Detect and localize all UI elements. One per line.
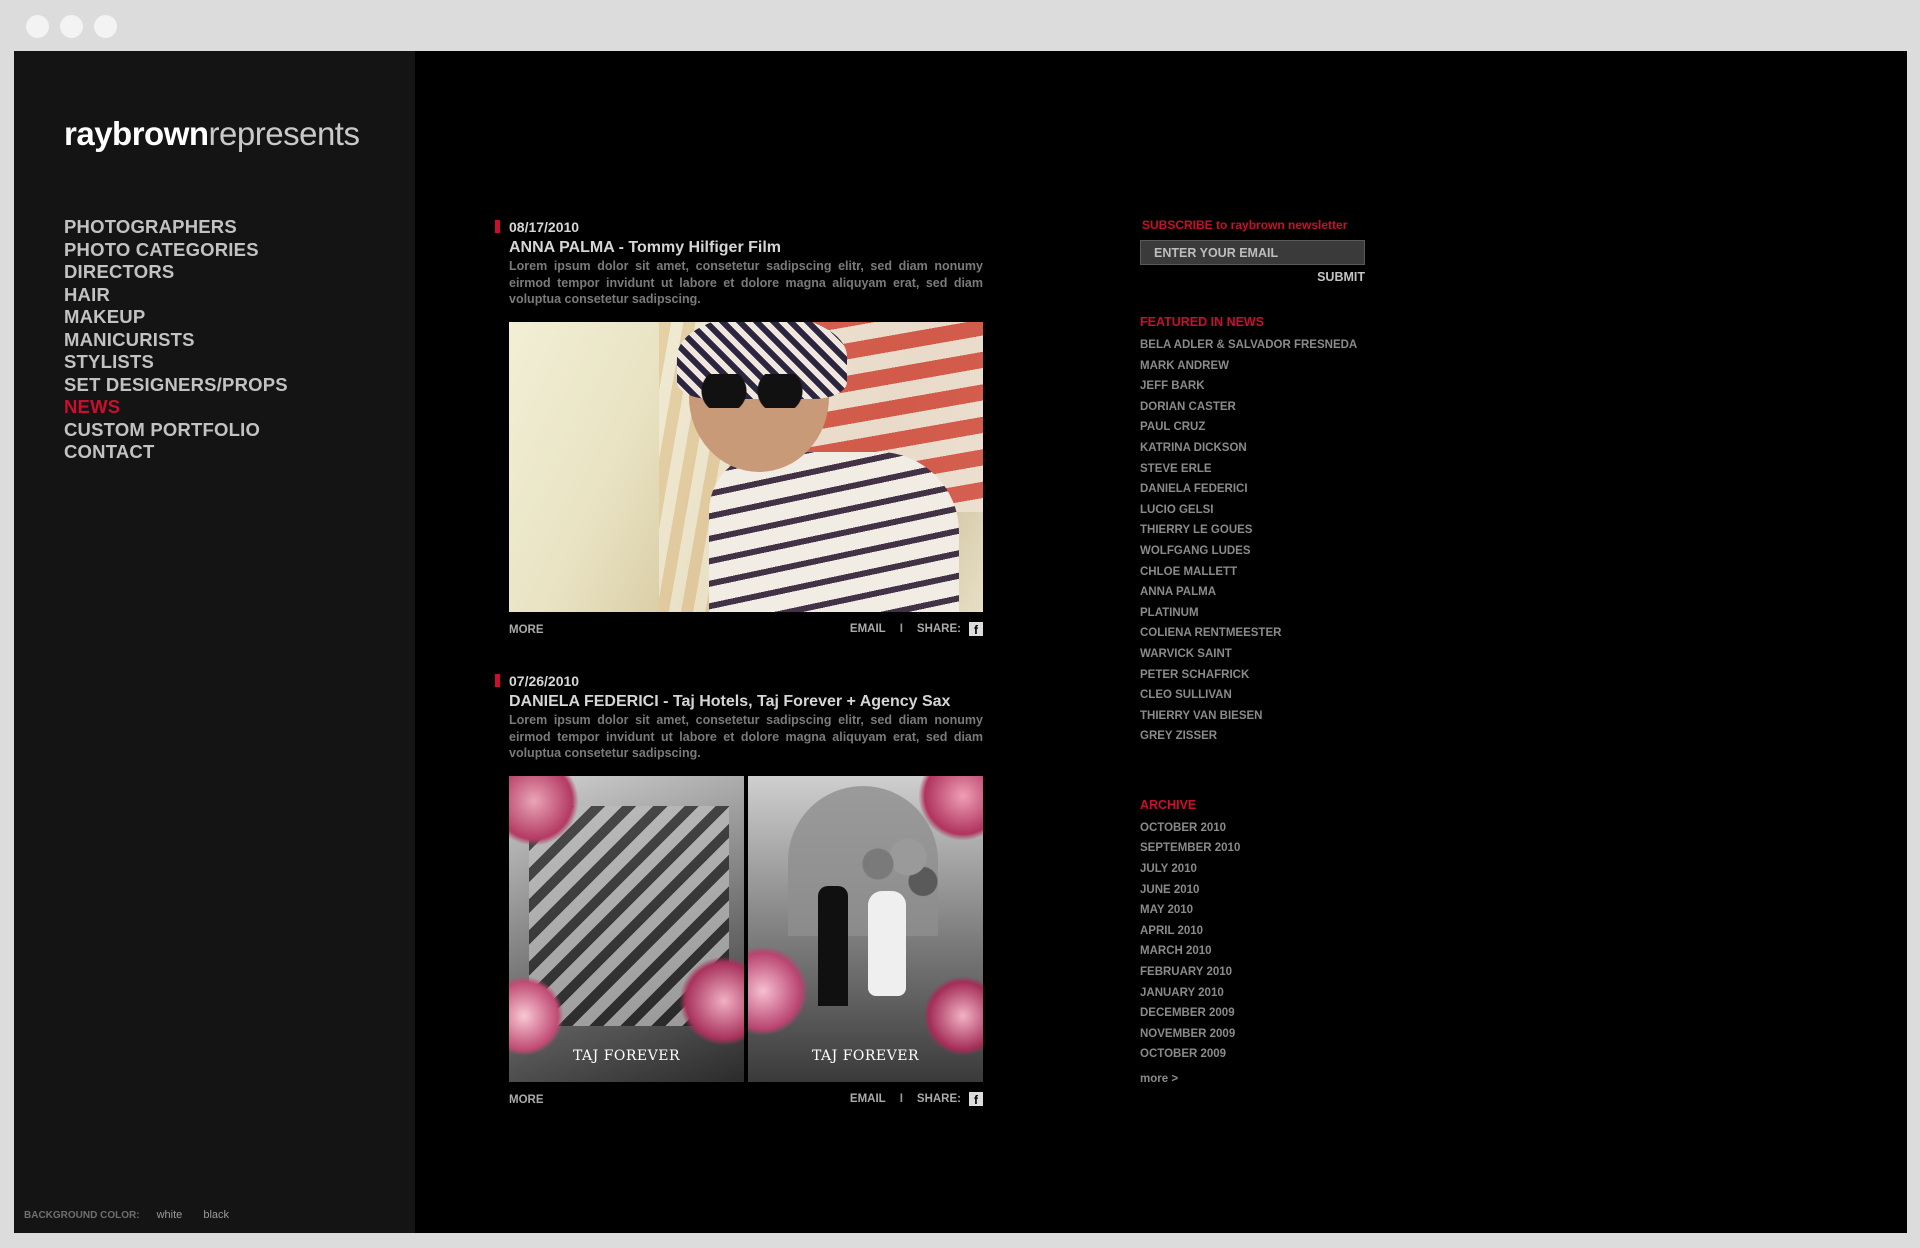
separator: I [899,1092,903,1105]
nav-item-photo-categories[interactable]: PHOTO CATEGORIES [64,239,288,262]
archive-item[interactable]: NOVEMBER 2009 [1140,1024,1400,1045]
featured-item[interactable]: WARVICK SAINT [1140,644,1400,665]
nav-item-directors[interactable]: DIRECTORS [64,261,288,284]
facebook-icon[interactable]: f [969,1091,983,1106]
separator: I [899,622,903,635]
post-actions: MORE EMAIL I SHARE: f [509,1091,983,1110]
archive-item[interactable]: SEPTEMBER 2010 [1140,838,1400,859]
featured-item[interactable]: DORIAN CASTER [1140,397,1400,418]
submit-button[interactable]: SUBMIT [1140,270,1365,284]
bg-option-black[interactable]: black [203,1209,229,1221]
window-controls [26,15,117,38]
sidebar: raybrownrepresents PHOTOGRAPHERS PHOTO C… [14,51,415,1233]
poster-title: TAJ FOREVER [811,1047,920,1064]
featured-item[interactable]: JEFF BARK [1140,376,1400,397]
featured-item[interactable]: DANIELA FEDERICI [1140,479,1400,500]
news-post: 08/17/2010 ANNA PALMA - Tommy Hilfiger F… [495,219,983,640]
post-actions: MORE EMAIL I SHARE: f [509,621,983,640]
featured-item[interactable]: MARK ANDREW [1140,356,1400,377]
browser-viewport: raybrownrepresents PHOTOGRAPHERS PHOTO C… [14,51,1907,1233]
nav-item-makeup[interactable]: MAKEUP [64,306,288,329]
archive-item[interactable]: JUNE 2010 [1140,880,1400,901]
more-link[interactable]: MORE [509,1094,544,1106]
poster-right: TAJ FOREVER [748,775,983,1082]
close-dot[interactable] [26,15,49,38]
nav-item-photographers[interactable]: PHOTOGRAPHERS [64,216,288,239]
logo-text-light: represents [208,115,360,152]
featured-item[interactable]: COLIENA RENTMEESTER [1140,623,1400,644]
share-label: SHARE: [916,1092,961,1105]
featured-list: BELA ADLER & SALVADOR FRESNEDA MARK ANDR… [1140,335,1400,747]
featured-item[interactable]: CLEO SULLIVAN [1140,685,1400,706]
email-input[interactable] [1140,240,1365,265]
post-date: 07/26/2010 [509,673,580,689]
nav-item-news[interactable]: NEWS [64,396,288,419]
post-image[interactable]: TAJ FOREVER TAJ FOREVER [509,775,983,1082]
featured-heading: FEATURED IN NEWS [1140,315,1265,329]
post-excerpt: Lorem ipsum dolor sit amet, consetetur s… [509,259,983,306]
featured-item[interactable]: STEVE ERLE [1140,459,1400,480]
logo-text-bold: raybrown [64,115,209,152]
poster-left: TAJ FOREVER [509,775,744,1082]
share-label: SHARE: [916,622,961,635]
archive-item[interactable]: FEBRUARY 2010 [1140,962,1400,983]
right-column: SUBSCRIBE to raybrown newsletter SUBMIT … [1140,218,1400,1087]
archive-item[interactable]: JULY 2010 [1140,859,1400,880]
featured-item[interactable]: GREY ZISSER [1140,726,1400,747]
bg-option-white[interactable]: white [157,1209,183,1221]
nav-item-set-designers[interactable]: SET DESIGNERS/PROPS [64,374,288,397]
maximize-dot[interactable] [94,15,117,38]
poster-title: TAJ FOREVER [572,1047,681,1064]
nav-item-hair[interactable]: HAIR [64,284,288,307]
featured-item[interactable]: ANNA PALMA [1140,582,1400,603]
main-nav: PHOTOGRAPHERS PHOTO CATEGORIES DIRECTORS… [64,216,288,464]
more-link[interactable]: MORE [509,624,544,636]
nav-item-stylists[interactable]: STYLISTS [64,351,288,374]
archive-item[interactable]: JANUARY 2010 [1140,983,1400,1004]
archive-item[interactable]: APRIL 2010 [1140,921,1400,942]
archive-heading: ARCHIVE [1140,797,1197,812]
post-title[interactable]: ANNA PALMA - Tommy Hilfiger Film [509,238,983,257]
archive-item[interactable]: MARCH 2010 [1140,941,1400,962]
featured-item[interactable]: CHLOE MALLETT [1140,562,1400,583]
post-excerpt: Lorem ipsum dolor sit amet, consetetur s… [509,713,983,760]
archive-list: OCTOBER 2010 SEPTEMBER 2010 JULY 2010 JU… [1140,818,1400,1065]
post-marker [495,220,500,233]
featured-item[interactable]: THIERRY VAN BIESEN [1140,706,1400,727]
archive-more-link[interactable]: more > [1140,1073,1178,1085]
background-color-switcher: BACKGROUND COLOR: white black [24,1209,247,1221]
featured-item[interactable]: LUCIO GELSI [1140,500,1400,521]
archive-item[interactable]: MAY 2010 [1140,900,1400,921]
featured-item[interactable]: WOLFGANG LUDES [1140,541,1400,562]
site-logo[interactable]: raybrownrepresents [64,115,360,152]
post-title[interactable]: DANIELA FEDERICI - Taj Hotels, Taj Forev… [509,692,983,711]
minimize-dot[interactable] [60,15,83,38]
post-marker [495,674,500,687]
archive-item[interactable]: OCTOBER 2009 [1140,1044,1400,1065]
archive-item[interactable]: OCTOBER 2010 [1140,818,1400,839]
featured-item[interactable]: KATRINA DICKSON [1140,438,1400,459]
email-link[interactable]: EMAIL [850,1093,886,1105]
background-color-label: BACKGROUND COLOR: [24,1210,140,1221]
featured-item[interactable]: THIERRY LE GOUES [1140,520,1400,541]
nav-item-custom-portfolio[interactable]: CUSTOM PORTFOLIO [64,419,288,442]
featured-item[interactable]: PAUL CRUZ [1140,417,1400,438]
featured-item[interactable]: PETER SCHAFRICK [1140,665,1400,686]
news-post: 07/26/2010 DANIELA FEDERICI - Taj Hotels… [495,673,983,1110]
featured-item[interactable]: PLATINUM [1140,603,1400,624]
featured-item[interactable]: BELA ADLER & SALVADOR FRESNEDA [1140,335,1400,356]
post-image[interactable] [509,321,983,612]
nav-item-contact[interactable]: CONTACT [64,441,288,464]
email-link[interactable]: EMAIL [850,623,886,635]
archive-item[interactable]: DECEMBER 2009 [1140,1003,1400,1024]
facebook-icon[interactable]: f [969,621,983,636]
subscribe-heading: SUBSCRIBE to raybrown newsletter [1142,218,1348,232]
nav-item-manicurists[interactable]: MANICURISTS [64,329,288,352]
post-date: 08/17/2010 [509,219,580,235]
